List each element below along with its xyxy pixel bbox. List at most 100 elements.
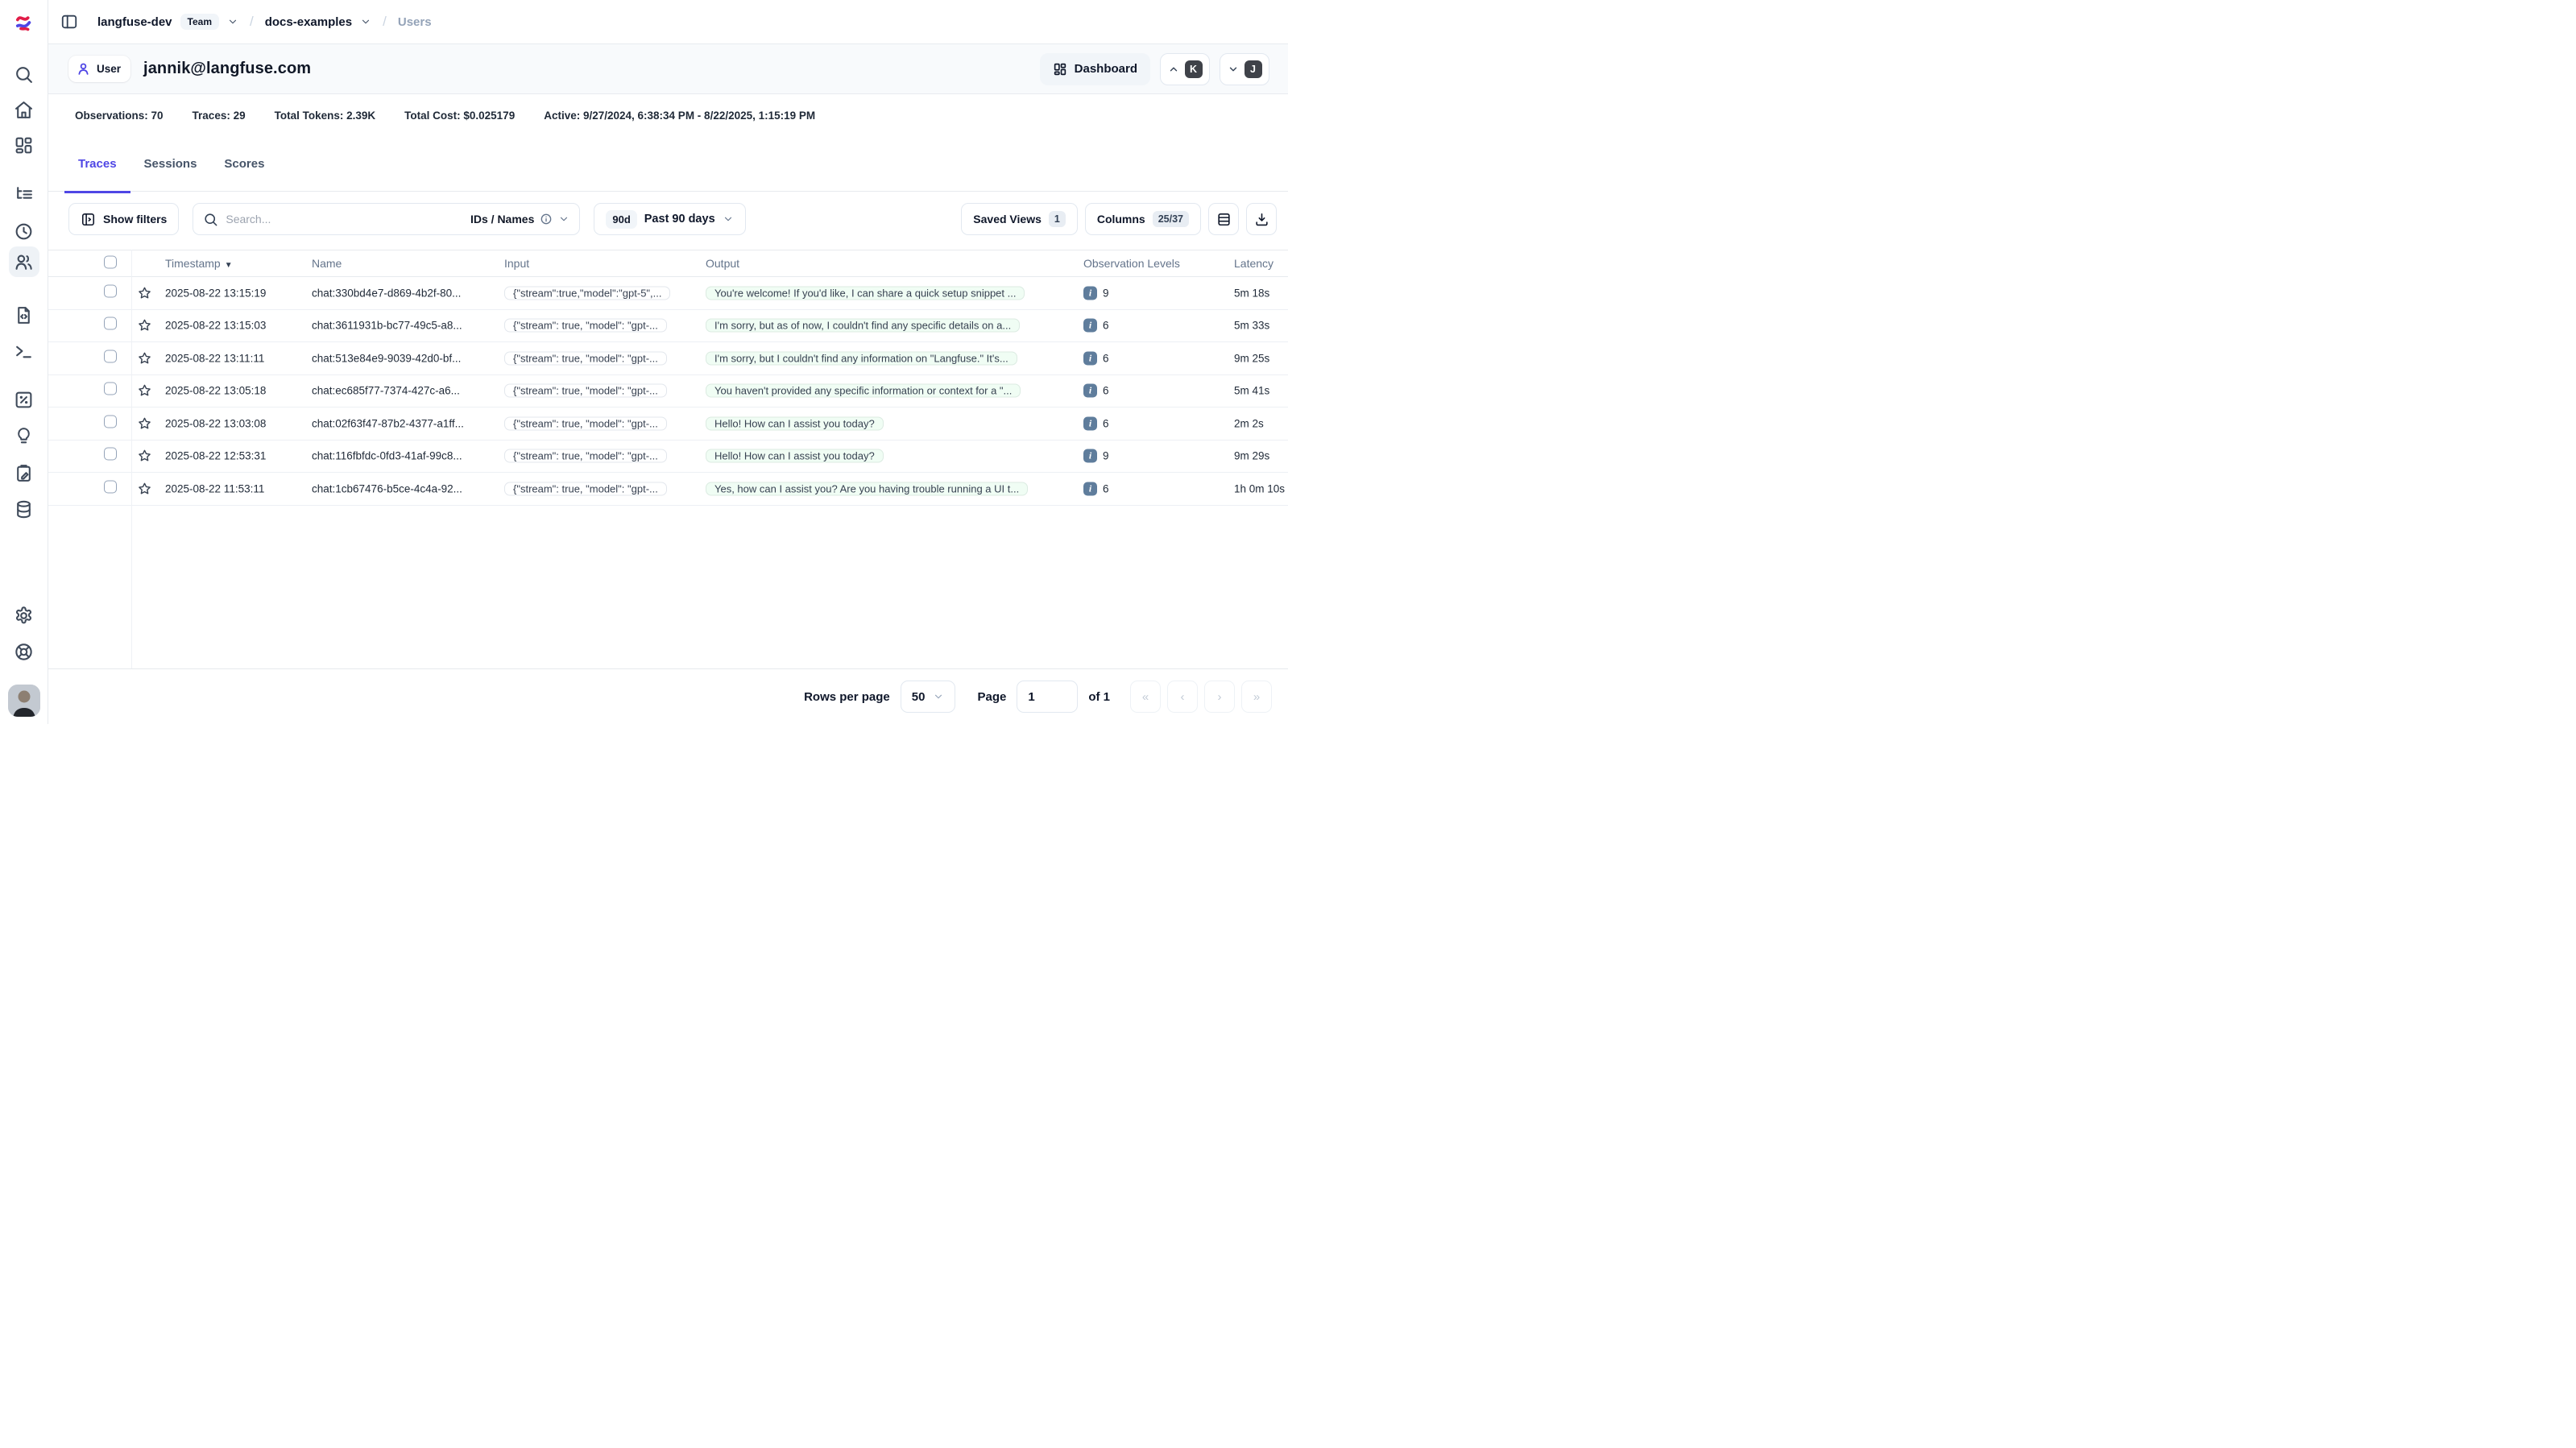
search-scope-dropdown[interactable]: IDs / Names <box>470 213 569 225</box>
observation-level-count: 6 <box>1103 320 1109 332</box>
table-row[interactable]: 2025-08-22 13:15:03 chat:3611931b-bc77-4… <box>48 310 1288 343</box>
saved-views-button[interactable]: Saved Views 1 <box>961 203 1078 235</box>
sidebar-item-sessions[interactable] <box>9 216 39 246</box>
kbd-shortcut-k: K <box>1185 60 1203 78</box>
table-row[interactable]: 2025-08-22 13:11:11 chat:513e84e9-9039-4… <box>48 342 1288 375</box>
chevron-down-icon[interactable] <box>227 16 238 27</box>
show-filters-label: Show filters <box>103 213 167 225</box>
traces-table: Timestamp▼ Name Input Output Observation… <box>48 250 1288 668</box>
sidebar-item-prompts[interactable] <box>9 300 39 330</box>
trace-input-preview[interactable]: {"stream": true, "model": "gpt-... <box>504 351 667 365</box>
column-header-timestamp[interactable]: Timestamp▼ <box>165 257 233 270</box>
sidebar-item-home[interactable] <box>9 94 39 125</box>
column-header-observation-levels[interactable]: Observation Levels <box>1083 257 1180 270</box>
column-header-name[interactable]: Name <box>312 257 342 270</box>
trace-input-preview[interactable]: {"stream": true, "model": "gpt-... <box>504 449 667 463</box>
table-row[interactable]: 2025-08-22 13:03:08 chat:02f63f47-87b2-4… <box>48 408 1288 441</box>
previous-page-button[interactable]: ‹ <box>1167 681 1198 713</box>
trace-output-preview[interactable]: I'm sorry, but as of now, I couldn't fin… <box>706 319 1020 333</box>
tab-traces[interactable]: Traces <box>64 137 130 192</box>
star-icon[interactable] <box>137 318 152 333</box>
page-number-input[interactable] <box>1017 681 1078 713</box>
tab-scores[interactable]: Scores <box>210 137 278 192</box>
star-icon[interactable] <box>137 383 152 399</box>
previous-user-button[interactable]: K <box>1160 53 1210 85</box>
trace-output-preview[interactable]: You're welcome! If you'd like, I can sha… <box>706 286 1025 300</box>
breadcrumb-env[interactable]: docs-examples <box>265 15 352 29</box>
avatar-photo <box>8 685 40 717</box>
row-height-button[interactable] <box>1208 203 1239 235</box>
trace-output-preview[interactable]: Yes, how can I assist you? Are you havin… <box>706 482 1028 495</box>
trace-name[interactable]: chat:3611931b-bc77-49c5-a8... <box>312 320 462 332</box>
trace-input-preview[interactable]: {"stream":true,"model":"gpt-5",... <box>504 286 670 300</box>
user-avatar[interactable] <box>8 685 40 717</box>
first-page-button[interactable]: « <box>1130 681 1161 713</box>
trace-output-preview[interactable]: I'm sorry, but I couldn't find any infor… <box>706 351 1017 365</box>
trace-input-preview[interactable]: {"stream": true, "model": "gpt-... <box>504 482 667 495</box>
trace-input-preview[interactable]: {"stream": true, "model": "gpt-... <box>504 319 667 333</box>
show-filters-button[interactable]: Show filters <box>68 203 179 235</box>
column-header-output[interactable]: Output <box>706 257 739 270</box>
row-checkbox[interactable] <box>104 317 117 330</box>
trace-name[interactable]: chat:1cb67476-b5ce-4c4a-92... <box>312 482 462 494</box>
chevron-down-icon[interactable] <box>360 16 371 27</box>
last-page-button[interactable]: » <box>1241 681 1272 713</box>
row-checkbox[interactable] <box>104 448 117 461</box>
row-checkbox[interactable] <box>104 383 117 395</box>
star-icon[interactable] <box>137 449 152 464</box>
row-checkbox[interactable] <box>104 284 117 297</box>
table-row[interactable]: 2025-08-22 13:15:19 chat:330bd4e7-d869-4… <box>48 277 1288 310</box>
table-row[interactable]: 2025-08-22 12:53:31 chat:116fbfdc-0fd3-4… <box>48 441 1288 474</box>
sidebar-item-annotation[interactable] <box>9 457 39 488</box>
dashboard-button-label: Dashboard <box>1075 62 1137 76</box>
table-toolbar: Show filters IDs / Names 90d Past 90 day… <box>48 192 1288 246</box>
sidebar-item-search[interactable] <box>9 59 39 89</box>
search-input[interactable] <box>226 213 463 225</box>
next-page-button[interactable]: › <box>1204 681 1235 713</box>
star-icon[interactable] <box>137 350 152 366</box>
trace-output-preview[interactable]: You haven't provided any specific inform… <box>706 384 1021 398</box>
rows-per-page-select[interactable]: 50 <box>901 681 956 713</box>
trace-input-preview[interactable]: {"stream": true, "model": "gpt-... <box>504 416 667 430</box>
column-header-latency[interactable]: Latency <box>1234 257 1274 270</box>
row-checkbox[interactable] <box>104 415 117 428</box>
star-icon[interactable] <box>137 285 152 300</box>
sidebar-item-playground[interactable] <box>9 336 39 366</box>
sidebar-item-tracing[interactable] <box>9 179 39 209</box>
select-all-checkbox[interactable] <box>104 256 117 269</box>
trace-name[interactable]: chat:02f63f47-87b2-4377-a1ff... <box>312 417 464 429</box>
sidebar-item-datasets[interactable] <box>9 494 39 524</box>
table-row[interactable]: 2025-08-22 11:53:11 chat:1cb67476-b5ce-4… <box>48 473 1288 506</box>
next-user-button[interactable]: J <box>1220 53 1269 85</box>
chevron-down-icon <box>1228 64 1239 75</box>
trace-timestamp: 2025-08-22 13:03:08 <box>165 417 266 429</box>
sidebar-item-dashboards[interactable] <box>9 130 39 160</box>
trace-input-preview[interactable]: {"stream": true, "model": "gpt-... <box>504 384 667 398</box>
row-checkbox[interactable] <box>104 350 117 362</box>
sidebar-toggle-icon[interactable] <box>60 13 78 31</box>
star-icon[interactable] <box>137 416 152 431</box>
column-header-input[interactable]: Input <box>504 257 529 270</box>
row-checkbox[interactable] <box>104 480 117 493</box>
trace-name[interactable]: chat:513e84e9-9039-42d0-bf... <box>312 352 461 364</box>
time-range-button[interactable]: 90d Past 90 days <box>594 203 745 235</box>
sidebar-item-settings[interactable] <box>9 600 39 631</box>
observation-level-count: 6 <box>1103 417 1109 429</box>
trace-name[interactable]: chat:330bd4e7-d869-4b2f-80... <box>312 287 461 299</box>
export-button[interactable] <box>1246 203 1277 235</box>
breadcrumb-project[interactable]: langfuse-dev <box>97 15 172 29</box>
trace-name[interactable]: chat:116fbfdc-0fd3-41af-99c8... <box>312 450 462 462</box>
dashboard-button[interactable]: Dashboard <box>1040 53 1150 85</box>
sidebar-item-evaluation[interactable] <box>9 420 39 451</box>
sidebar-item-scores[interactable] <box>9 384 39 415</box>
trace-name[interactable]: chat:ec685f77-7374-427c-a6... <box>312 385 460 397</box>
table-row[interactable]: 2025-08-22 13:05:18 chat:ec685f77-7374-4… <box>48 375 1288 408</box>
trace-output-preview[interactable]: Hello! How can I assist you today? <box>706 416 884 430</box>
star-icon[interactable] <box>137 481 152 496</box>
sidebar-item-users[interactable] <box>9 246 39 277</box>
rows-per-page-label: Rows per page <box>804 690 890 704</box>
columns-button[interactable]: Columns 25/37 <box>1085 203 1201 235</box>
sidebar-item-support[interactable] <box>9 636 39 667</box>
trace-output-preview[interactable]: Hello! How can I assist you today? <box>706 449 884 463</box>
tab-sessions[interactable]: Sessions <box>130 137 211 192</box>
